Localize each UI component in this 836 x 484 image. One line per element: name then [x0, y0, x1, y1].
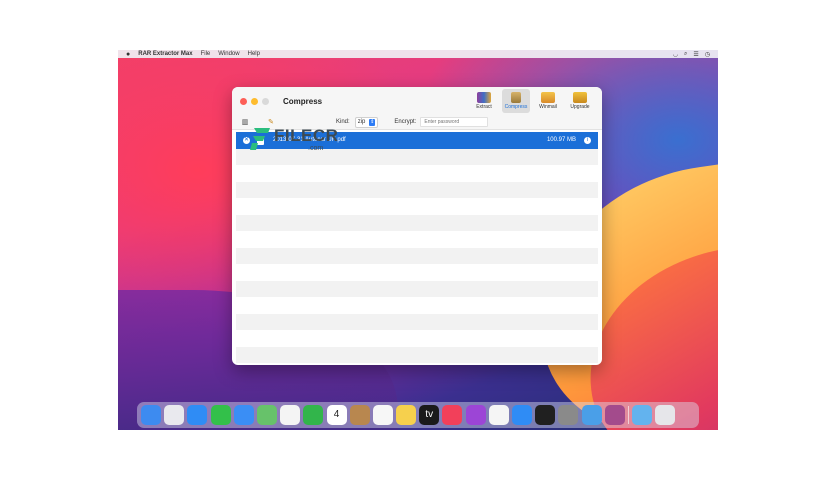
photos-icon[interactable]	[280, 405, 301, 425]
encrypt-label: Encrypt:	[394, 119, 417, 125]
kind-select[interactable]: zip ⇕	[354, 116, 379, 128]
minimize-button[interactable]	[251, 97, 258, 105]
trash-icon[interactable]	[655, 405, 676, 425]
filecr-logo-icon	[250, 128, 270, 150]
contacts-icon[interactable]	[349, 405, 370, 425]
appletv-icon[interactable]: tv	[419, 405, 440, 425]
password-input[interactable]	[420, 117, 489, 127]
facetime-icon[interactable]	[303, 405, 324, 425]
control-center-icon[interactable]: ☰	[693, 51, 698, 58]
extract-icon	[477, 92, 491, 103]
app-menu[interactable]: RAR Extractor Max	[138, 51, 192, 57]
kind-value: zip	[357, 119, 366, 125]
compress-label: Compress	[504, 104, 528, 110]
winmail-icon	[541, 92, 555, 103]
list-row	[236, 247, 598, 264]
rar-extractor-icon[interactable]	[604, 405, 625, 425]
list-row	[236, 297, 598, 314]
compress-icon	[511, 92, 521, 103]
list-row	[236, 214, 598, 231]
watermark-domain: .com	[308, 145, 324, 152]
list-row	[236, 181, 598, 198]
desktop: ● RAR Extractor Max File Window Help ◡ ⌕…	[118, 50, 718, 430]
title-bar: Compress Extract Compress Winmail Upgrad…	[232, 87, 602, 115]
calendar-icon[interactable]: 4	[326, 405, 347, 425]
upgrade-button[interactable]: Upgrade	[566, 89, 594, 113]
reminders-icon[interactable]	[372, 405, 393, 425]
upgrade-icon	[573, 92, 587, 103]
finder-icon[interactable]	[141, 405, 161, 425]
zoom-button[interactable]	[262, 97, 269, 105]
safari-icon[interactable]	[187, 405, 208, 425]
winmail-label: Winmail	[539, 104, 557, 110]
dock-separator	[627, 406, 629, 424]
menu-bar: ● RAR Extractor Max File Window Help ◡ ⌕…	[118, 50, 718, 58]
podcasts-icon[interactable]	[465, 405, 486, 425]
list-row	[236, 280, 598, 297]
extract-label: Extract	[476, 104, 492, 110]
info-icon[interactable]: i	[584, 136, 591, 144]
appstore-icon[interactable]	[512, 405, 532, 425]
maps-icon[interactable]	[256, 405, 277, 425]
mail-icon[interactable]	[233, 405, 254, 425]
kind-label: Kind:	[336, 119, 350, 125]
close-button[interactable]	[240, 97, 247, 105]
list-row	[236, 346, 598, 363]
altimeter-icon[interactable]	[581, 405, 602, 425]
downloads-folder-icon[interactable]	[631, 405, 652, 425]
list-row	[236, 330, 598, 347]
messages-icon[interactable]	[210, 405, 231, 425]
list-row	[236, 165, 598, 182]
wifi-icon[interactable]: ◡	[673, 51, 678, 58]
filecr-watermark: FILECR .com	[248, 126, 338, 152]
extract-button[interactable]: Extract	[470, 89, 498, 113]
list-row	[236, 198, 598, 215]
window-title: Compress	[283, 96, 323, 106]
toolbar: Extract Compress Winmail Upgrade	[470, 89, 594, 113]
list-row	[236, 231, 598, 248]
menu-file[interactable]: File	[201, 51, 211, 57]
compress-button[interactable]: Compress	[502, 89, 530, 113]
menu-help[interactable]: Help	[248, 51, 260, 57]
clock-icon[interactable]: ◷	[705, 51, 710, 58]
systempreferences-icon[interactable]	[558, 405, 579, 425]
notes-icon[interactable]	[396, 405, 417, 425]
menu-window[interactable]: Window	[218, 51, 239, 57]
file-list: ✕ 2013-07-31 Autocar UK.pdf 100.97 MB i	[236, 132, 598, 363]
terminal-icon[interactable]	[535, 405, 556, 425]
search-icon[interactable]: ⌕	[684, 51, 687, 58]
watermark-brand: FILECR	[274, 126, 339, 145]
music-icon[interactable]	[442, 405, 463, 425]
file-size: 100.97 MB	[546, 137, 576, 144]
apple-menu-icon[interactable]: ●	[126, 51, 130, 58]
upgrade-label: Upgrade	[570, 104, 590, 110]
list-row	[236, 264, 598, 281]
list-row	[236, 313, 598, 330]
winmail-button[interactable]: Winmail	[534, 89, 562, 113]
dock: 4 tv	[137, 402, 699, 428]
news-icon[interactable]	[488, 405, 509, 425]
chevron-updown-icon: ⇕	[369, 118, 376, 126]
launchpad-icon[interactable]	[164, 405, 185, 425]
